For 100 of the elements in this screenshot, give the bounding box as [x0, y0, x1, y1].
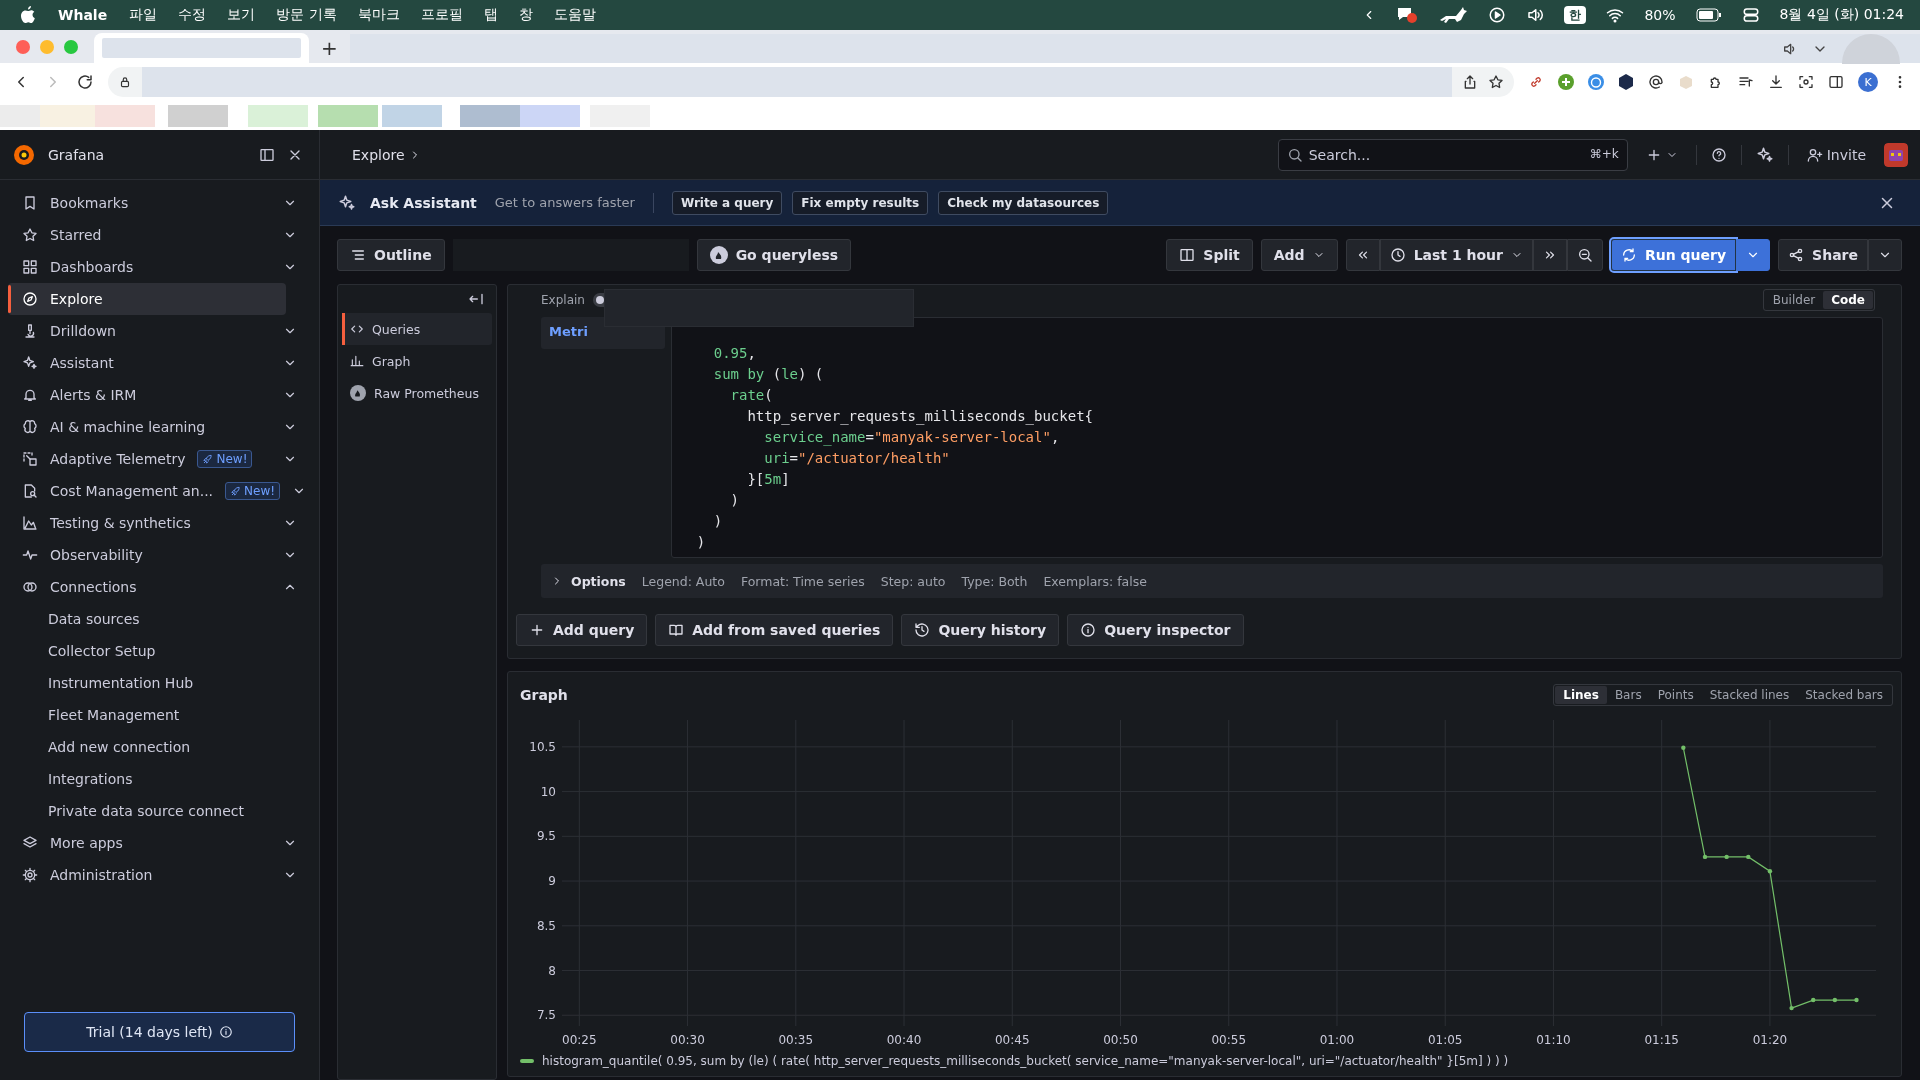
profile-button[interactable]: K	[1858, 72, 1878, 92]
run-options-button[interactable]	[1736, 239, 1771, 271]
menu-item[interactable]: 방문 기록	[276, 6, 337, 24]
sidebar-item[interactable]: More apps	[8, 827, 311, 859]
address-field[interactable]	[108, 67, 1514, 97]
playlist-icon[interactable]	[1738, 74, 1754, 90]
shift-forward-button[interactable]	[1533, 239, 1567, 271]
logo-icon	[12, 142, 36, 167]
sidebar-item[interactable]: AI & machine learning	[8, 411, 311, 443]
apple-icon[interactable]	[20, 6, 36, 24]
time-range-picker[interactable]: Last 1 hour	[1379, 239, 1533, 271]
sidebar-subitem[interactable]: Add new connection	[0, 731, 319, 763]
query-action-button[interactable]: Query inspector	[1067, 614, 1244, 646]
sparkle-icon[interactable]	[1755, 145, 1774, 164]
screenshot-icon[interactable]	[1798, 74, 1814, 90]
link-icon[interactable]	[1528, 74, 1544, 90]
menu-item[interactable]: 도움말	[553, 6, 596, 24]
sidebar-item[interactable]: Administration	[8, 859, 311, 891]
style-option[interactable]: Stacked bars	[1797, 686, 1891, 704]
run-query-button[interactable]: Run query	[1611, 239, 1737, 271]
suggestion-button[interactable]: Check my datasources	[938, 190, 1109, 215]
play-circle-icon[interactable]	[1488, 6, 1507, 24]
option-summary: Exemplars: false	[1043, 573, 1147, 589]
collapse-icon[interactable]	[468, 291, 484, 307]
share-button[interactable]: Share	[1778, 239, 1868, 271]
breadcrumb-link[interactable]: Explore	[352, 146, 405, 163]
new-tab-button[interactable]: +	[309, 33, 350, 63]
mode-option[interactable]: Builder	[1764, 291, 1824, 309]
menu-item[interactable]: 탭	[483, 6, 498, 24]
style-option[interactable]: Stacked lines	[1701, 686, 1798, 704]
mode-option[interactable]: Code	[1823, 291, 1873, 309]
app-menu[interactable]: Whale	[58, 7, 108, 23]
sidebar-item[interactable]: Drilldown	[8, 315, 311, 347]
plus-circle-icon[interactable]	[1558, 74, 1574, 90]
wifi-icon[interactable]	[1606, 6, 1625, 24]
help-icon[interactable]	[1710, 146, 1727, 163]
history-icon	[914, 622, 931, 638]
sparkle-icon	[338, 193, 356, 212]
sidebar-item[interactable]: Explore	[8, 283, 286, 315]
outline-item[interactable]: Queries	[342, 313, 492, 345]
queryless-button[interactable]: Go queryless	[696, 239, 852, 271]
outline-button[interactable]: Outline	[337, 239, 445, 271]
sidebar-subitem[interactable]: Private data source connect	[0, 795, 319, 827]
sidebar-item[interactable]: Testing & synthetics	[8, 507, 311, 539]
sidebar-subitem[interactable]: Data sources	[0, 603, 319, 635]
battery-icon[interactable]	[1695, 8, 1722, 22]
sidebar-item[interactable]: Dashboards	[8, 251, 311, 283]
hexagon-icon[interactable]	[1618, 74, 1634, 90]
menu-item[interactable]: 창	[518, 6, 533, 24]
sidebar-item[interactable]: Cost Management an... New!	[8, 475, 311, 507]
toggles-icon[interactable]	[1741, 6, 1760, 24]
avatar-icon[interactable]	[1884, 142, 1908, 167]
suggestion-button[interactable]: Fix empty results	[792, 190, 929, 215]
options-row[interactable]: Options Legend: Auto Format: Time series Step: auto Type: Both Exemplars: false	[541, 564, 1883, 598]
chat-icon[interactable]	[1396, 6, 1419, 24]
outline-item[interactable]: Graph	[342, 345, 492, 377]
at-sign-icon[interactable]	[1648, 74, 1664, 90]
sidebar-icon[interactable]	[1828, 74, 1844, 90]
suggestion-button[interactable]: Write a query	[671, 190, 783, 215]
sidebar-item[interactable]: Observability	[8, 539, 311, 571]
style-option[interactable]: Lines	[1555, 686, 1607, 704]
alarm-clock-icon[interactable]	[1588, 74, 1604, 90]
sidebar-item[interactable]: Starred	[8, 219, 311, 251]
code-editor[interactable]: 0.95, sum by (le) ( rate( http_server_requests_milliseconds_bucket{ service_name="manyak-server-local", uri="/actuator/health" }[5m] ) ) )	[671, 317, 1883, 558]
invite-button[interactable]: Invite	[1802, 142, 1870, 167]
sidebar-subitem[interactable]: Instrumentation Hub	[0, 667, 319, 699]
query-action-button[interactable]: Add query	[516, 614, 648, 646]
sidebar-subitem[interactable]: Fleet Management	[0, 699, 319, 731]
query-action-button[interactable]: Add from saved queries	[655, 614, 894, 646]
add-button[interactable]: Add	[1260, 239, 1338, 271]
input-source[interactable]: 한	[1564, 6, 1587, 24]
menu-item[interactable]: 보기	[227, 6, 256, 24]
menu-item[interactable]: 프로필	[420, 6, 463, 24]
sidebar-item[interactable]: Bookmarks	[8, 187, 311, 219]
query-action-button[interactable]: Query history	[901, 614, 1060, 646]
sidebar-subitem[interactable]: Integrations	[0, 763, 319, 795]
outline-item[interactable]: Raw Prometheus	[342, 377, 492, 409]
style-option[interactable]: Bars	[1606, 686, 1650, 704]
code-icon	[350, 322, 364, 336]
split-button[interactable]: Split	[1166, 239, 1253, 271]
menu-item[interactable]: 파일	[129, 6, 158, 24]
menu-item[interactable]: 수정	[178, 6, 207, 24]
download-icon[interactable]	[1768, 74, 1784, 90]
legend-label[interactable]: histogram_quantile( 0.95, sum by (le) ( rate( http_server_requests_milliseconds_bucket( service_name="manyak-server-local", uri="/actuator/health" }[5m] ) ) )	[542, 1054, 1509, 1068]
sidebar-subitem[interactable]: Collector Setup	[0, 635, 319, 667]
sidebar-item[interactable]: Connections	[8, 571, 311, 603]
star-icon[interactable]	[1488, 74, 1504, 90]
style-option[interactable]: Points	[1649, 686, 1702, 704]
share-icon[interactable]	[1462, 74, 1478, 90]
sidebar-item[interactable]: Alerts & IRM	[8, 379, 311, 411]
shift-back-button[interactable]	[1345, 239, 1380, 271]
dock-icon[interactable]	[259, 146, 275, 163]
sidebar-item[interactable]: Assistant	[8, 347, 311, 379]
menu-item[interactable]: 북마크	[357, 6, 400, 24]
sidebar-item[interactable]: Adaptive Telemetry New!	[8, 443, 311, 475]
data-point	[1832, 997, 1838, 1003]
reload-icon[interactable]	[76, 73, 94, 91]
trial-button[interactable]: Trial (14 days left)	[24, 1012, 295, 1052]
zoom-out-button[interactable]	[1567, 239, 1603, 271]
speaker-icon[interactable]	[1526, 6, 1545, 24]
